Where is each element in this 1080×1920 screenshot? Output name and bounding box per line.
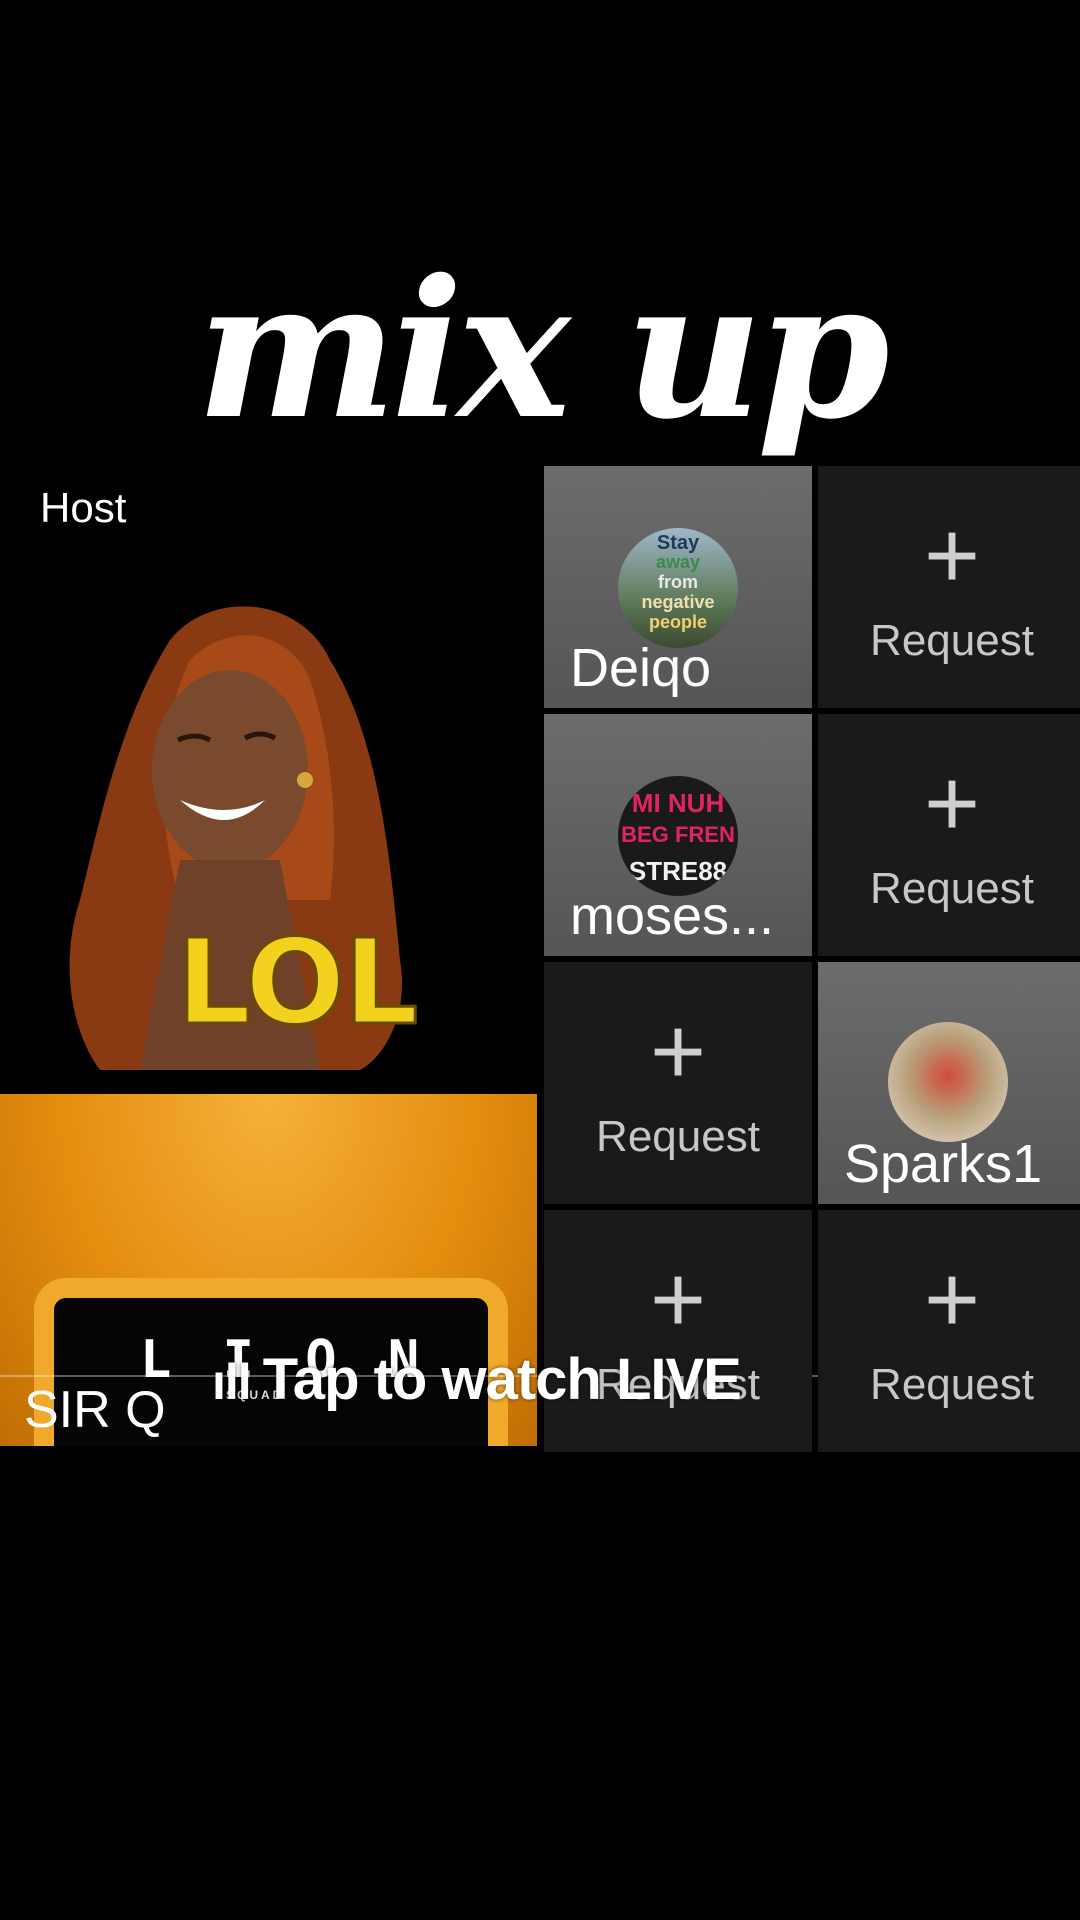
- avatar-line: MI NUH: [631, 788, 725, 818]
- request-label: Request: [870, 864, 1034, 913]
- seat-request-1[interactable]: + Request: [818, 466, 1080, 708]
- avatar: Stay away from negative people: [618, 528, 738, 648]
- avatar-line: from: [658, 572, 698, 592]
- seat-sparks[interactable]: Sparks1: [818, 962, 1080, 1204]
- seat-name: Deiqo: [570, 638, 712, 698]
- plus-icon: +: [923, 750, 981, 857]
- avatar-line: STRE88: [628, 856, 728, 886]
- request-label: Request: [596, 1112, 760, 1161]
- avatar-line: away: [655, 552, 701, 572]
- plus-icon: +: [649, 1246, 707, 1353]
- request-label: Request: [870, 1360, 1034, 1409]
- plus-icon: +: [923, 1246, 981, 1353]
- seat-moses[interactable]: MI NUH BEG FREN STRE88 moses...: [544, 714, 812, 956]
- avatar: [888, 1022, 1008, 1142]
- host-label: Host: [40, 484, 127, 531]
- seat-request-3[interactable]: + Request: [544, 962, 812, 1204]
- seat-name: Sparks1: [844, 1134, 1043, 1194]
- signal-bars-icon: ıll: [212, 1354, 252, 1410]
- seat-request-2[interactable]: + Request: [818, 714, 1080, 956]
- video-title: mix up: [196, 238, 890, 461]
- plus-icon: +: [923, 502, 981, 609]
- seat-request-5[interactable]: + Request: [818, 1210, 1080, 1452]
- seat-name: moses...: [570, 886, 775, 946]
- avatar: MI NUH BEG FREN STRE88: [618, 776, 738, 896]
- lol-sticker-text: LOL: [175, 913, 420, 1051]
- tap-to-watch-banner[interactable]: ıll Tap to watch LIVE: [212, 1346, 742, 1413]
- seat-deigo[interactable]: Stay away from negative people Deiqo: [544, 466, 812, 708]
- avatar-line: people: [648, 612, 707, 632]
- tap-to-watch-text: Tap to watch LIVE: [262, 1347, 742, 1412]
- guest-name-sir-q: SIR Q: [24, 1381, 166, 1439]
- avatar-line: negative: [641, 592, 715, 612]
- request-label: Request: [870, 616, 1034, 665]
- avatar-line: BEG FREN: [621, 822, 735, 847]
- plus-icon: +: [649, 998, 707, 1105]
- seat-request-4[interactable]: + Request: [544, 1210, 812, 1452]
